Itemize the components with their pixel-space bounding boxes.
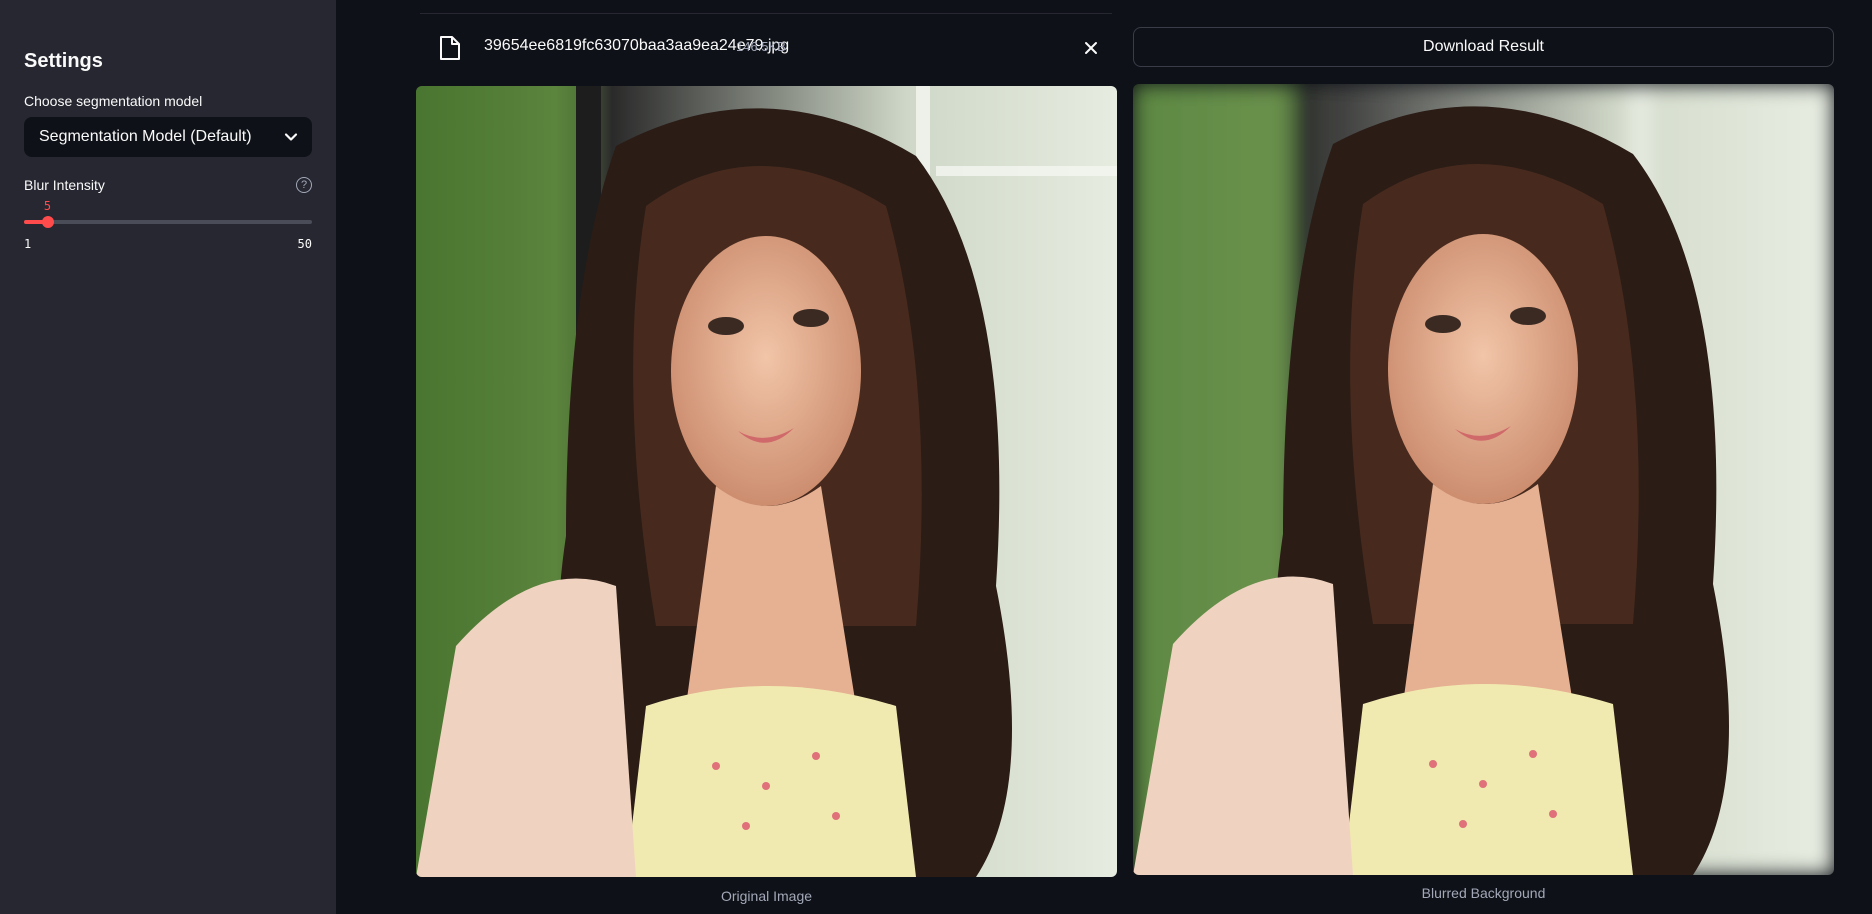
help-icon[interactable]: ? <box>296 177 312 193</box>
slider-current-value: 5 <box>43 199 52 213</box>
blur-intensity-label: Blur Intensity <box>24 177 105 193</box>
uploaded-file-row: 39654ee6819fc63070baa3aa9ea24e79.jpg 146… <box>420 13 1112 81</box>
blur-slider-thumb[interactable] <box>41 216 54 228</box>
download-result-button[interactable]: Download Result <box>1133 27 1834 67</box>
result-image-caption: Blurred Background <box>1421 885 1546 901</box>
model-select[interactable]: Segmentation Model (Default) <box>24 117 312 157</box>
model-select-label: Choose segmentation model <box>24 93 203 109</box>
original-image-caption: Original Image <box>720 888 813 904</box>
file-size: 146.5KB <box>736 39 786 54</box>
sidebar-title: Settings <box>24 50 103 72</box>
file-icon <box>440 36 460 60</box>
slider-max-label: 50 <box>297 237 312 251</box>
original-image <box>416 86 1117 877</box>
close-icon[interactable] <box>1083 40 1099 56</box>
slider-min-label: 1 <box>24 237 32 251</box>
blur-slider-track[interactable] <box>24 220 312 224</box>
blurred-result-image <box>1133 84 1834 875</box>
chevron-down-icon <box>284 133 298 141</box>
sidebar: Settings Choose segmentation model Segme… <box>0 0 336 914</box>
model-select-value: Segmentation Model (Default) <box>39 128 252 145</box>
